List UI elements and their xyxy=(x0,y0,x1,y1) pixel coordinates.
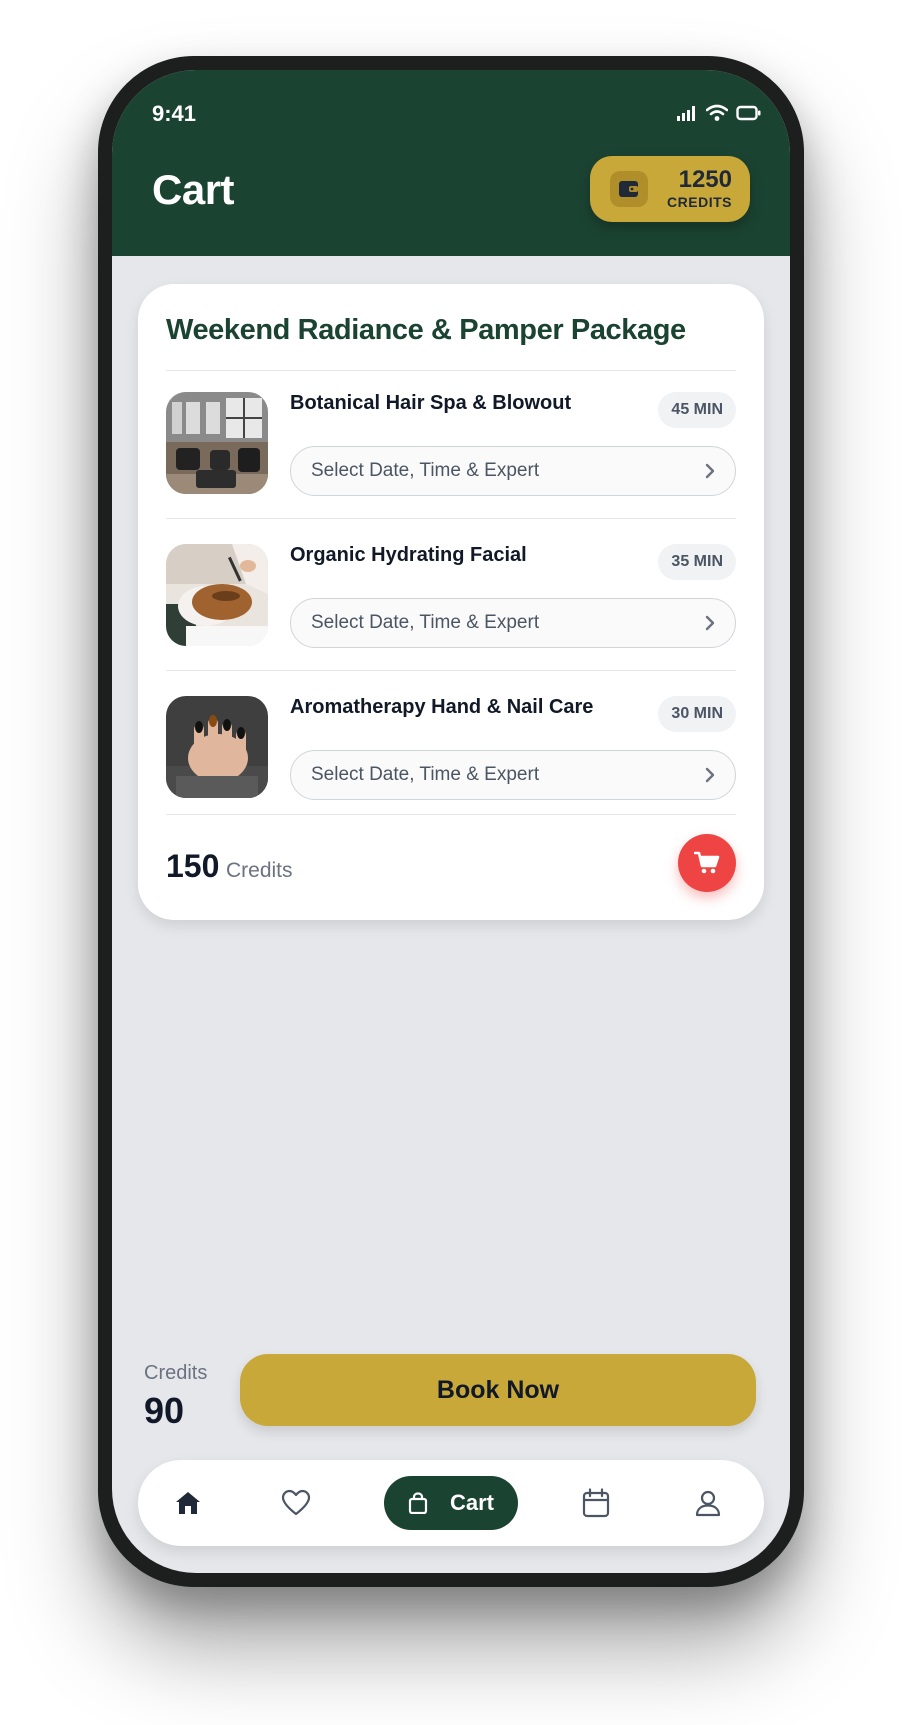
wallet-credits-badge[interactable]: 1250 CREDITS xyxy=(590,156,750,222)
package-title: Weekend Radiance & Pamper Package xyxy=(166,314,686,346)
page-title: Cart xyxy=(152,166,235,213)
service-name: Botanical Hair Spa & Blowout xyxy=(290,392,572,414)
wallet-icon xyxy=(610,171,648,207)
nav-favorites[interactable] xyxy=(274,1481,318,1525)
nav-calendar[interactable] xyxy=(574,1481,618,1525)
duration-badge: 45 MIN xyxy=(658,392,736,428)
nav-cart-label: Cart xyxy=(449,1490,494,1515)
nav-profile[interactable] xyxy=(686,1481,730,1525)
home-icon xyxy=(176,1492,200,1514)
service-name: Organic Hydrating Facial xyxy=(290,544,527,566)
divider xyxy=(166,670,736,671)
package-total-label: Credits xyxy=(226,859,293,882)
shopping-bag-icon xyxy=(408,1492,428,1514)
user-icon xyxy=(695,1490,721,1517)
select-date-time-expert-button[interactable]: Select Date, Time & Expert xyxy=(290,750,736,800)
service-thumbnail-nails xyxy=(166,696,268,798)
phone-frame: 9:41 Cart 1250 CREDITS Weekend Radiance … xyxy=(98,56,804,1587)
signal-icon xyxy=(677,106,695,121)
package-total-amount: 150 xyxy=(166,848,220,884)
service-thumbnail-hair-salon xyxy=(166,392,268,494)
chevron-right-icon xyxy=(705,463,715,479)
footer-credits-value: 90 xyxy=(144,1390,185,1431)
wifi-icon xyxy=(706,104,728,121)
divider xyxy=(166,370,736,371)
book-now-button[interactable]: Book Now xyxy=(240,1354,756,1426)
select-button-label: Select Date, Time & Expert xyxy=(311,460,540,481)
battery-icon xyxy=(736,105,761,121)
status-icons xyxy=(676,104,762,122)
nav-home[interactable] xyxy=(166,1481,210,1525)
app-header: 9:41 Cart 1250 CREDITS xyxy=(112,70,790,256)
bottom-nav: Cart xyxy=(138,1460,764,1546)
nav-cart[interactable]: Cart xyxy=(384,1476,518,1530)
divider xyxy=(166,814,736,815)
select-date-time-expert-button[interactable]: Select Date, Time & Expert xyxy=(290,598,736,648)
service-item: Organic Hydrating Facial 35 MIN Select D… xyxy=(166,544,736,648)
shopping-cart-icon xyxy=(694,851,720,874)
select-button-label: Select Date, Time & Expert xyxy=(311,764,540,785)
duration-badge: 30 MIN xyxy=(658,696,736,732)
heart-icon xyxy=(281,1489,311,1516)
service-item: Botanical Hair Spa & Blowout 45 MIN Sele… xyxy=(166,392,736,496)
select-date-time-expert-button[interactable]: Select Date, Time & Expert xyxy=(290,446,736,496)
footer-credits-label: Credits xyxy=(144,1362,208,1384)
service-item: Aromatherapy Hand & Nail Care 30 MIN Sel… xyxy=(166,696,736,800)
service-name: Aromatherapy Hand & Nail Care xyxy=(290,696,594,718)
add-to-cart-button[interactable] xyxy=(678,834,736,892)
package-card: Weekend Radiance & Pamper Package Botani… xyxy=(138,284,764,920)
calendar-icon xyxy=(582,1488,610,1518)
duration-badge: 35 MIN xyxy=(658,544,736,580)
chevron-right-icon xyxy=(705,615,715,631)
select-button-label: Select Date, Time & Expert xyxy=(311,612,540,633)
divider xyxy=(166,518,736,519)
chevron-right-icon xyxy=(705,767,715,783)
service-thumbnail-facial xyxy=(166,544,268,646)
app-screen: 9:41 Cart 1250 CREDITS Weekend Radiance … xyxy=(112,70,790,1573)
status-time: 9:41 xyxy=(152,101,197,126)
wallet-credits-label: CREDITS xyxy=(667,194,732,210)
wallet-credits-amount: 1250 xyxy=(678,166,732,193)
